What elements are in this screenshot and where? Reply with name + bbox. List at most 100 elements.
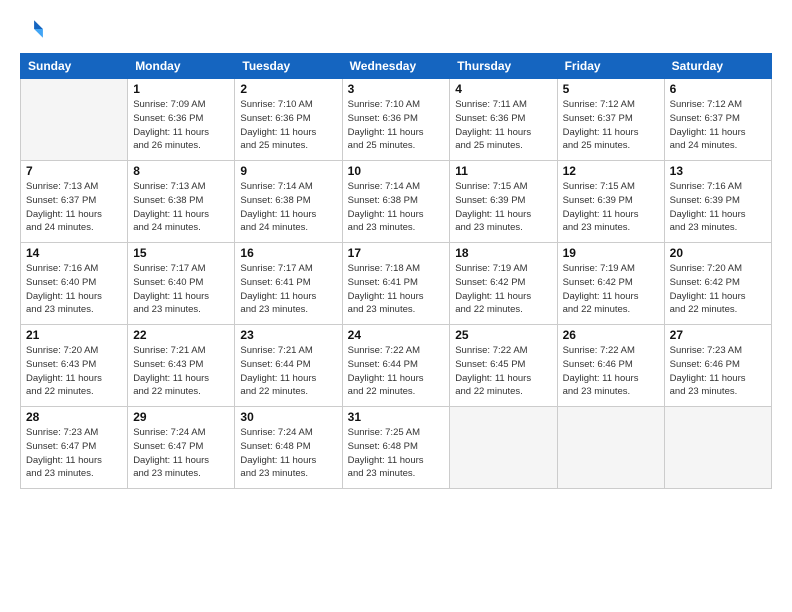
day-number: 31 xyxy=(348,410,445,424)
day-number: 1 xyxy=(133,82,229,96)
day-cell-1-6: 5 Sunrise: 7:12 AMSunset: 6:37 PMDaylight… xyxy=(557,79,664,161)
col-monday: Monday xyxy=(128,54,235,79)
calendar-table: Sunday Monday Tuesday Wednesday Thursday… xyxy=(20,53,772,489)
day-number: 17 xyxy=(348,246,445,260)
day-cell-3-4: 17Sunrise: 7:18 AMSunset: 6:41 PMDayligh… xyxy=(342,243,450,325)
day-info: Sunrise: 7:21 AMSunset: 6:44 PMDaylight:… xyxy=(240,344,336,399)
day-cell-1-3: 2Sunrise: 7:10 AMSunset: 6:36 PMDaylight… xyxy=(235,79,342,161)
calendar-body: 1 Sunrise: 7:09 AMSunset: 6:36 PMDaylight… xyxy=(21,79,772,489)
day-cell-2-7: 13 Sunrise: 7:16 AMSunset: 6:39 PMDayligh… xyxy=(664,161,771,243)
day-cell-1-4: 3 Sunrise: 7:10 AMSunset: 6:36 PMDaylight… xyxy=(342,79,450,161)
day-info: Sunrise: 7:25 AMSunset: 6:48 PMDaylight:… xyxy=(348,426,445,481)
day-cell-3-3: 16 Sunrise: 7:17 AMSunset: 6:41 PMDayligh… xyxy=(235,243,342,325)
day-info: Sunrise: 7:22 AMSunset: 6:46 PMDaylight:… xyxy=(563,344,659,399)
day-number: 8 xyxy=(133,164,229,178)
day-number: 13 xyxy=(670,164,766,178)
day-info: Sunrise: 7:11 AMSunset: 6:36 PMDaylight:… xyxy=(455,98,551,153)
day-number: 6 xyxy=(670,82,766,96)
day-number: 24 xyxy=(348,328,445,342)
day-cell-5-1: 28Sunrise: 7:23 AMSunset: 6:47 PMDayligh… xyxy=(21,407,128,489)
week-row-2: 7 Sunrise: 7:13 AMSunset: 6:37 PMDaylight… xyxy=(21,161,772,243)
day-cell-2-6: 12Sunrise: 7:15 AMSunset: 6:39 PMDayligh… xyxy=(557,161,664,243)
col-friday: Friday xyxy=(557,54,664,79)
day-info: Sunrise: 7:12 AMSunset: 6:37 PMDaylight:… xyxy=(670,98,766,153)
day-number: 29 xyxy=(133,410,229,424)
day-cell-5-2: 29Sunrise: 7:24 AMSunset: 6:47 PMDayligh… xyxy=(128,407,235,489)
day-info: Sunrise: 7:10 AMSunset: 6:36 PMDaylight:… xyxy=(348,98,445,153)
day-info: Sunrise: 7:24 AMSunset: 6:48 PMDaylight:… xyxy=(240,426,336,481)
day-cell-5-5 xyxy=(450,407,557,489)
day-cell-3-6: 19Sunrise: 7:19 AMSunset: 6:42 PMDayligh… xyxy=(557,243,664,325)
day-number: 2 xyxy=(240,82,336,96)
day-info: Sunrise: 7:21 AMSunset: 6:43 PMDaylight:… xyxy=(133,344,229,399)
day-number: 27 xyxy=(670,328,766,342)
day-cell-5-6 xyxy=(557,407,664,489)
day-number: 21 xyxy=(26,328,122,342)
day-cell-4-2: 22Sunrise: 7:21 AMSunset: 6:43 PMDayligh… xyxy=(128,325,235,407)
day-cell-4-1: 21 Sunrise: 7:20 AMSunset: 6:43 PMDayligh… xyxy=(21,325,128,407)
logo-icon xyxy=(22,18,44,40)
day-number: 3 xyxy=(348,82,445,96)
day-info: Sunrise: 7:23 AMSunset: 6:47 PMDaylight:… xyxy=(26,426,122,481)
day-number: 14 xyxy=(26,246,122,260)
day-number: 10 xyxy=(348,164,445,178)
day-number: 11 xyxy=(455,164,551,178)
day-cell-1-1 xyxy=(21,79,128,161)
day-cell-2-3: 9Sunrise: 7:14 AMSunset: 6:38 PMDaylight… xyxy=(235,161,342,243)
week-row-1: 1 Sunrise: 7:09 AMSunset: 6:36 PMDaylight… xyxy=(21,79,772,161)
day-cell-2-1: 7 Sunrise: 7:13 AMSunset: 6:37 PMDaylight… xyxy=(21,161,128,243)
day-cell-3-2: 15 Sunrise: 7:17 AMSunset: 6:40 PMDayligh… xyxy=(128,243,235,325)
day-number: 4 xyxy=(455,82,551,96)
day-cell-5-7 xyxy=(664,407,771,489)
day-info: Sunrise: 7:16 AMSunset: 6:39 PMDaylight:… xyxy=(670,180,766,235)
day-number: 23 xyxy=(240,328,336,342)
day-cell-3-5: 18Sunrise: 7:19 AMSunset: 6:42 PMDayligh… xyxy=(450,243,557,325)
day-info: Sunrise: 7:16 AMSunset: 6:40 PMDaylight:… xyxy=(26,262,122,317)
day-cell-3-1: 14 Sunrise: 7:16 AMSunset: 6:40 PMDayligh… xyxy=(21,243,128,325)
day-info: Sunrise: 7:20 AMSunset: 6:43 PMDaylight:… xyxy=(26,344,122,399)
day-info: Sunrise: 7:17 AMSunset: 6:41 PMDaylight:… xyxy=(240,262,336,317)
day-number: 16 xyxy=(240,246,336,260)
day-cell-2-4: 10 Sunrise: 7:14 AMSunset: 6:38 PMDayligh… xyxy=(342,161,450,243)
day-cell-4-5: 25 Sunrise: 7:22 AMSunset: 6:45 PMDayligh… xyxy=(450,325,557,407)
week-row-5: 28Sunrise: 7:23 AMSunset: 6:47 PMDayligh… xyxy=(21,407,772,489)
day-number: 15 xyxy=(133,246,229,260)
day-cell-2-5: 11 Sunrise: 7:15 AMSunset: 6:39 PMDayligh… xyxy=(450,161,557,243)
col-wednesday: Wednesday xyxy=(342,54,450,79)
day-info: Sunrise: 7:13 AMSunset: 6:38 PMDaylight:… xyxy=(133,180,229,235)
day-number: 18 xyxy=(455,246,551,260)
day-info: Sunrise: 7:17 AMSunset: 6:40 PMDaylight:… xyxy=(133,262,229,317)
day-info: Sunrise: 7:12 AMSunset: 6:37 PMDaylight:… xyxy=(563,98,659,153)
header xyxy=(20,18,772,45)
day-cell-1-2: 1 Sunrise: 7:09 AMSunset: 6:36 PMDaylight… xyxy=(128,79,235,161)
page: Sunday Monday Tuesday Wednesday Thursday… xyxy=(0,0,792,612)
day-number: 7 xyxy=(26,164,122,178)
day-cell-1-5: 4 Sunrise: 7:11 AMSunset: 6:36 PMDaylight… xyxy=(450,79,557,161)
col-sunday: Sunday xyxy=(21,54,128,79)
day-number: 26 xyxy=(563,328,659,342)
day-info: Sunrise: 7:15 AMSunset: 6:39 PMDaylight:… xyxy=(563,180,659,235)
day-cell-3-7: 20Sunrise: 7:20 AMSunset: 6:42 PMDayligh… xyxy=(664,243,771,325)
day-info: Sunrise: 7:15 AMSunset: 6:39 PMDaylight:… xyxy=(455,180,551,235)
day-number: 5 xyxy=(563,82,659,96)
week-row-3: 14 Sunrise: 7:16 AMSunset: 6:40 PMDayligh… xyxy=(21,243,772,325)
day-cell-4-3: 23 Sunrise: 7:21 AMSunset: 6:44 PMDayligh… xyxy=(235,325,342,407)
day-cell-5-4: 31 Sunrise: 7:25 AMSunset: 6:48 PMDayligh… xyxy=(342,407,450,489)
day-info: Sunrise: 7:22 AMSunset: 6:45 PMDaylight:… xyxy=(455,344,551,399)
day-info: Sunrise: 7:09 AMSunset: 6:36 PMDaylight:… xyxy=(133,98,229,153)
col-tuesday: Tuesday xyxy=(235,54,342,79)
logo xyxy=(20,18,46,45)
day-number: 30 xyxy=(240,410,336,424)
col-thursday: Thursday xyxy=(450,54,557,79)
calendar-header-row: Sunday Monday Tuesday Wednesday Thursday… xyxy=(21,54,772,79)
day-info: Sunrise: 7:13 AMSunset: 6:37 PMDaylight:… xyxy=(26,180,122,235)
day-info: Sunrise: 7:14 AMSunset: 6:38 PMDaylight:… xyxy=(348,180,445,235)
day-number: 19 xyxy=(563,246,659,260)
day-cell-2-2: 8 Sunrise: 7:13 AMSunset: 6:38 PMDaylight… xyxy=(128,161,235,243)
day-cell-1-7: 6 Sunrise: 7:12 AMSunset: 6:37 PMDaylight… xyxy=(664,79,771,161)
day-number: 20 xyxy=(670,246,766,260)
day-number: 25 xyxy=(455,328,551,342)
day-number: 9 xyxy=(240,164,336,178)
day-info: Sunrise: 7:23 AMSunset: 6:46 PMDaylight:… xyxy=(670,344,766,399)
col-saturday: Saturday xyxy=(664,54,771,79)
